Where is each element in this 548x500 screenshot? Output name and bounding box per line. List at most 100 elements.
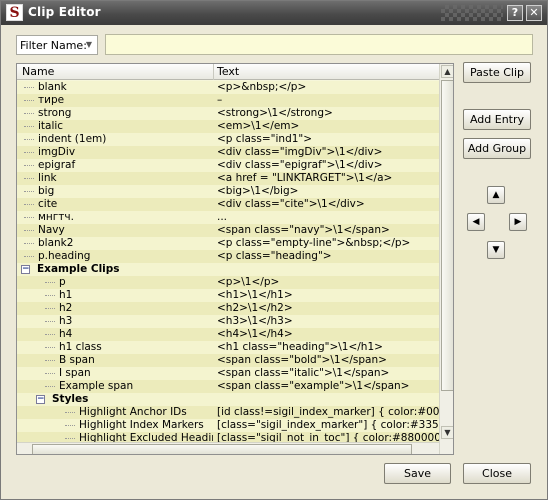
window-title: Clip Editor — [28, 5, 101, 19]
tree-row[interactable]: Navy <span class="navy">\1</span> — [17, 224, 439, 237]
tree-row[interactable]: I span <span class="italic">\1</span> — [17, 367, 439, 380]
tree-branch-line — [45, 334, 55, 335]
tree-rows: blank <p>&nbsp;</p> тире – strong <strong>\1<… — [17, 81, 439, 454]
row-name: h2 — [59, 302, 73, 314]
tree-branch-line — [24, 217, 34, 218]
filter-input[interactable] — [105, 34, 533, 55]
scroll-down-icon[interactable]: ▼ — [441, 426, 453, 439]
row-text: <p class="empty-line">&nbsp;</p> — [217, 237, 411, 249]
row-text: <strong>\1</strong> — [217, 107, 333, 119]
tree-group-row[interactable]: − Example Clips — [17, 263, 439, 276]
tree-branch-line — [24, 126, 34, 127]
tree-row[interactable]: indent (1em) <p class="ind1"> — [17, 133, 439, 146]
tree-row[interactable]: h3 <h3>\1</h3> — [17, 315, 439, 328]
tree-branch-line — [45, 308, 55, 309]
row-text: <span class="navy">\1</span> — [217, 224, 390, 236]
tree-row[interactable]: B span <span class="bold">\1</span> — [17, 354, 439, 367]
tree-row[interactable]: epigraf <div class="epigraf">\1</div> — [17, 159, 439, 172]
add-group-button[interactable]: Add Group — [463, 138, 531, 159]
tree-branch-line — [65, 438, 75, 439]
tree-row[interactable]: italic <em>\1</em> — [17, 120, 439, 133]
tree-row[interactable]: мнгтч.... — [17, 211, 439, 224]
tree-row[interactable]: p.heading <p class="heading"> — [17, 250, 439, 263]
tree-row[interactable]: h1 class <h1 class="heading">\1</h1> — [17, 341, 439, 354]
row-name: epigraf — [38, 159, 76, 171]
tree-row[interactable]: h4 <h4>\1</h4> — [17, 328, 439, 341]
save-button[interactable]: Save — [384, 463, 451, 484]
filter-name-dropdown[interactable]: Filter Name: ▼ — [16, 35, 98, 55]
row-name: Navy — [38, 224, 65, 236]
horizontal-scroll-thumb[interactable] — [32, 444, 412, 454]
row-text: <p>&nbsp;</p> — [217, 81, 307, 93]
close-window-button[interactable]: ✕ — [526, 5, 542, 21]
tree-row[interactable]: big <big>\1</big> — [17, 185, 439, 198]
row-text: <h2>\1</h2> — [217, 302, 293, 314]
tree-row[interactable]: p <p>\1</p> — [17, 276, 439, 289]
horizontal-scrollbar[interactable] — [17, 442, 439, 454]
move-down-button[interactable]: ▼ — [487, 241, 505, 259]
close-button[interactable]: Close — [463, 463, 531, 484]
row-text: <span class="example">\1</span> — [217, 380, 410, 392]
row-text: [id class!=sigil_index_marker] { color:#… — [217, 406, 439, 418]
tree-branch-line — [45, 295, 55, 296]
collapse-icon[interactable]: − — [21, 265, 30, 274]
tree-row[interactable]: blank <p>&nbsp;</p> — [17, 81, 439, 94]
tree-branch-line — [24, 204, 34, 205]
tree-row[interactable]: Highlight Index Markers [class="sigil_ind… — [17, 419, 439, 432]
row-name: B span — [59, 354, 95, 366]
row-name: тире — [38, 94, 65, 106]
row-name: link — [38, 172, 57, 184]
tree-branch-line — [24, 256, 34, 257]
vertical-scroll-thumb[interactable] — [441, 80, 453, 391]
move-left-button[interactable]: ◀ — [467, 213, 485, 231]
row-name: I span — [59, 367, 91, 379]
move-right-button[interactable]: ▶ — [509, 213, 527, 231]
paste-clip-button[interactable]: Paste Clip — [463, 62, 531, 83]
row-name: h4 — [59, 328, 73, 340]
tree-row[interactable]: h1 <h1>\1</h1> — [17, 289, 439, 302]
vertical-scrollbar[interactable]: ▲ ▼ — [439, 64, 453, 454]
scroll-up-icon[interactable]: ▲ — [441, 65, 453, 78]
title-bar[interactable]: S Clip Editor ? ✕ — [1, 1, 547, 25]
tree-row[interactable]: imgDiv <div class="imgDiv">\1</div> — [17, 146, 439, 159]
row-text: <p class="heading"> — [217, 250, 332, 262]
tree-header: Name Text — [17, 64, 439, 80]
row-name: h1 class — [59, 341, 102, 353]
column-header-text[interactable]: Text — [217, 65, 239, 78]
tree-row[interactable]: cite <div class="cite">\1</div> — [17, 198, 439, 211]
tree-branch-line — [24, 178, 34, 179]
column-header-name[interactable]: Name — [22, 65, 54, 78]
tree-branch-line — [24, 191, 34, 192]
row-text: <div class="imgDiv">\1</div> — [217, 146, 383, 158]
row-name: Styles — [52, 393, 89, 405]
row-name: imgDiv — [38, 146, 76, 158]
tree-row[interactable]: blank2 <p class="empty-line">&nbsp;</p> — [17, 237, 439, 250]
row-name: мнгтч. — [38, 211, 74, 223]
row-name: Example Clips — [37, 263, 120, 275]
tree-branch-line — [24, 165, 34, 166]
help-button[interactable]: ? — [507, 5, 523, 21]
row-text: [class="sigil_index_marker"] { color:#33… — [217, 419, 439, 431]
tree-row[interactable]: Highlight Anchor IDs [id class!=sigil_ind… — [17, 406, 439, 419]
tree-branch-line — [65, 412, 75, 413]
tree-row[interactable]: strong <strong>\1</strong> — [17, 107, 439, 120]
row-name: blank2 — [38, 237, 74, 249]
collapse-icon[interactable]: − — [36, 395, 45, 404]
tree-branch-line — [65, 425, 75, 426]
tree-row[interactable]: тире – — [17, 94, 439, 107]
row-text: <a href = "LINKTARGET">\1</a> — [217, 172, 393, 184]
row-text: <div class="epigraf">\1</div> — [217, 159, 383, 171]
tree-row[interactable]: Example span <span class="example">\1</sp… — [17, 380, 439, 393]
tree-row[interactable]: h2 <h2>\1</h2> — [17, 302, 439, 315]
column-separator[interactable] — [213, 64, 214, 80]
tree-group-row[interactable]: − Styles — [17, 393, 439, 406]
tree-branch-line — [24, 100, 34, 101]
row-name: strong — [38, 107, 72, 119]
row-text: <h1>\1</h1> — [217, 289, 293, 301]
add-entry-button[interactable]: Add Entry — [463, 109, 531, 130]
tree-branch-line — [45, 321, 55, 322]
move-up-button[interactable]: ▲ — [487, 186, 505, 204]
clip-tree[interactable]: Name Text blank <p>&nbsp;</p> тире – strong <… — [16, 63, 454, 455]
row-name: p — [59, 276, 66, 288]
tree-row[interactable]: link <a href = "LINKTARGET">\1</a> — [17, 172, 439, 185]
